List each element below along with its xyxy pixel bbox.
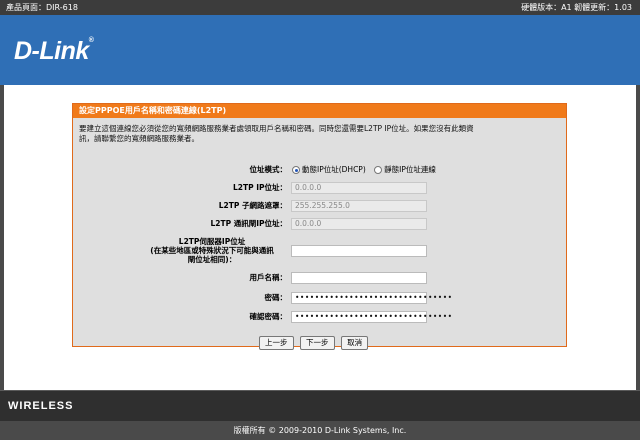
description-line-2: 訊，請聯繫您的寬頻網路服務業者。	[79, 134, 199, 143]
brand-bar: WIRELESS	[0, 390, 640, 421]
main-content: 設定PPPOE用戶名稱和密碼連線(L2TP) 要建立這個連線您必須從您的寬頻網路…	[4, 85, 636, 390]
static-ip-label: 靜態IP位址連線	[384, 165, 436, 174]
static-ip-option[interactable]: 靜態IP位址連線	[374, 165, 436, 175]
wireless-label: WIRELESS	[8, 400, 74, 412]
password-label: 密碼：	[264, 293, 288, 302]
server-ip-input[interactable]	[291, 245, 427, 257]
copyright-footer: 版權所有 © 2009-2010 D-Link Systems, Inc.	[0, 421, 640, 440]
server-ip-label-line-2: (在某些地區或特殊狀況下可能與通訊	[150, 246, 274, 255]
subnet-input[interactable]: 255.255.255.0	[291, 200, 427, 212]
product-page-label: 產品頁面：DIR-618	[6, 3, 78, 12]
version-info: 硬體版本：A1 韌體更新：1.03	[521, 3, 632, 12]
panel-description: 要建立這個連線您必須從您的寬頻網路服務業者處領取用戶名稱和密碼。同時您還需要L2…	[73, 118, 566, 144]
username-label: 用戶名稱：	[249, 273, 288, 282]
header-banner: D-Link®	[0, 15, 640, 85]
logo-text: D-Link	[14, 37, 89, 65]
gateway-label: L2TP 通訊閘IP位址：	[210, 219, 287, 228]
top-info-bar: 產品頁面：DIR-618 硬體版本：A1 韌體更新：1.03	[0, 0, 640, 15]
dynamic-ip-radio[interactable]	[292, 166, 300, 174]
l2tp-setup-panel: 設定PPPOE用戶名稱和密碼連線(L2TP) 要建立這個連線您必須從您的寬頻網路…	[72, 103, 567, 350]
subnet-label: L2TP 子網路遮罩：	[218, 201, 287, 210]
dynamic-ip-label: 動態IP位址(DHCP)	[302, 165, 366, 174]
l2tp-ip-label: L2TP IP位址：	[232, 183, 287, 192]
gateway-input[interactable]: 0.0.0.0	[291, 218, 427, 230]
dlink-logo: D-Link®	[14, 37, 94, 66]
dynamic-ip-option[interactable]: 動態IP位址(DHCP)	[292, 165, 366, 175]
static-ip-radio[interactable]	[374, 166, 383, 174]
l2tp-ip-input[interactable]: 0.0.0.0	[291, 182, 427, 194]
cancel-button[interactable]: 取消	[341, 336, 369, 350]
prev-button[interactable]: 上一步	[259, 336, 294, 350]
button-row: 上一步 下一步 取消	[259, 336, 372, 350]
server-ip-label: L2TP伺服器IP位址 (在某些地區或特殊狀況下可能與通訊 閘位址相同)：	[137, 237, 287, 264]
address-mode-options: 動態IP位址(DHCP) 靜態IP位址連線	[292, 165, 442, 175]
panel-title: 設定PPPOE用戶名稱和密碼連線(L2TP)	[73, 104, 566, 118]
next-button[interactable]: 下一步	[300, 336, 335, 350]
confirm-password-label: 確認密碼：	[249, 312, 288, 321]
address-mode-label: 位址模式：	[249, 165, 288, 174]
username-input[interactable]	[291, 272, 427, 284]
server-ip-label-line-1: L2TP伺服器IP位址	[178, 237, 246, 246]
description-line-1: 要建立這個連線您必須從您的寬頻網路服務業者處領取用戶名稱和密碼。同時您還需要L2…	[79, 124, 474, 133]
confirm-password-input[interactable]: ••••••••••••••••••••••••••••••••	[291, 311, 452, 323]
password-input[interactable]: ••••••••••••••••••••••••••••••••	[291, 292, 452, 304]
server-ip-label-line-3: 閘位址相同)：	[187, 255, 237, 264]
registered-mark: ®	[88, 37, 94, 44]
